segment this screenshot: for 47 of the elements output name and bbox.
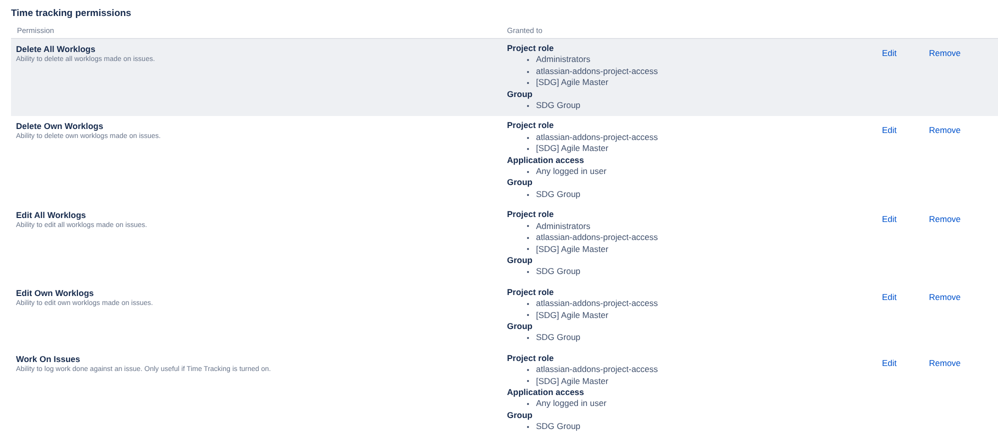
grant-heading: Group (507, 254, 532, 266)
grant-item: atlassian-addons-project-access (536, 298, 658, 310)
grant-item: atlassian-addons-project-access (536, 66, 658, 78)
permission-name: Edit All Worklogs (16, 209, 86, 222)
grant-item: Administrators (536, 54, 590, 66)
remove-link[interactable]: Remove (929, 358, 961, 369)
grant-item: Administrators (536, 220, 590, 232)
grant-item: [SDG] Agile Master (536, 77, 608, 89)
grant-item: atlassian-addons-project-access (536, 364, 658, 376)
grant-heading: Project role (507, 120, 554, 132)
grant-item: [SDG] Agile Master (536, 376, 608, 387)
grant-item: SDG Group (536, 188, 580, 200)
grant-heading: Project role (507, 209, 554, 221)
grant-item: [SDG] Agile Master (536, 143, 608, 155)
grant-item: Any logged in user (536, 398, 606, 410)
grant-item: SDG Group (536, 332, 580, 344)
grant-item: SDG Group (536, 100, 580, 112)
grant-heading: Group (507, 177, 532, 189)
edit-link[interactable]: Edit (882, 358, 929, 369)
grant-item: SDG Group (536, 421, 580, 433)
grant-heading: Project role (507, 352, 554, 364)
grant-heading: Project role (507, 43, 554, 54)
grant-heading: Group (507, 88, 532, 100)
grant-item: SDG Group (536, 266, 580, 278)
remove-link[interactable]: Remove (929, 48, 961, 59)
permission-name: Work On Issues (16, 352, 80, 365)
remove-link[interactable]: Remove (929, 125, 961, 136)
grant-heading: Group (507, 410, 532, 422)
edit-link[interactable]: Edit (882, 292, 929, 303)
permission-name: Delete Own Worklogs (16, 120, 104, 132)
permission-name: Delete All Worklogs (16, 43, 96, 55)
grant-item: atlassian-addons-project-access (536, 232, 658, 244)
grant-item: [SDG] Agile Master (536, 310, 608, 321)
grant-heading: Application access (507, 154, 584, 166)
grant-heading: Project role (507, 286, 554, 298)
edit-link[interactable]: Edit (882, 125, 929, 136)
grant-item: Any logged in user (536, 166, 606, 178)
edit-link[interactable]: Edit (882, 48, 929, 59)
grant-item: [SDG] Agile Master (536, 244, 608, 255)
permission-name: Edit Own Worklogs (16, 286, 94, 299)
grant-item: atlassian-addons-project-access (536, 132, 658, 144)
grant-heading: Application access (507, 386, 584, 398)
remove-link[interactable]: Remove (929, 292, 961, 303)
edit-link[interactable]: Edit (882, 214, 929, 226)
section-title: Time tracking permissions (11, 7, 132, 21)
grant-heading: Group (507, 320, 532, 332)
remove-link[interactable]: Remove (929, 214, 961, 226)
